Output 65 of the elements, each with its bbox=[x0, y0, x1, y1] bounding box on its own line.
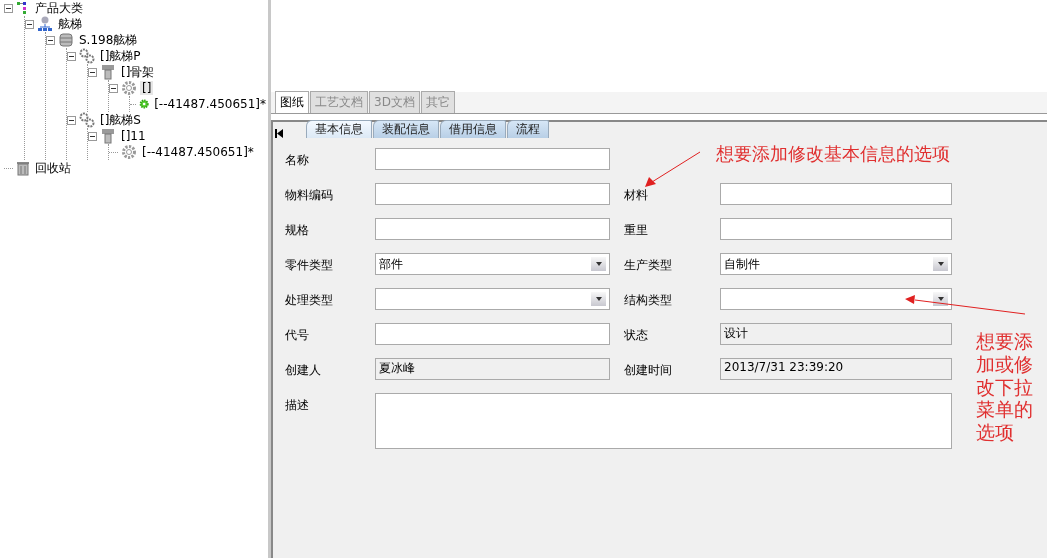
gears-icon bbox=[79, 48, 95, 64]
collapse-icon[interactable] bbox=[88, 67, 97, 77]
input-field[interactable] bbox=[375, 148, 610, 170]
input-field[interactable] bbox=[720, 183, 952, 205]
readonly-field: 2013/7/31 23:39:20 bbox=[720, 358, 952, 380]
tree-item[interactable]: 回收站 bbox=[33, 159, 73, 177]
input-field[interactable] bbox=[375, 183, 610, 205]
dropdown-arrow-icon bbox=[595, 262, 602, 266]
dropdown-arrow-icon bbox=[595, 297, 602, 301]
hierarchy-icon bbox=[37, 16, 53, 32]
readonly-field: 设计 bbox=[720, 323, 952, 345]
collapse-icon[interactable] bbox=[25, 19, 34, 29]
tab[interactable]: 图纸 bbox=[275, 91, 309, 113]
field-label: 描述 bbox=[285, 397, 310, 414]
input-field[interactable] bbox=[375, 323, 610, 345]
field-label: 状态 bbox=[624, 327, 649, 344]
tree-item[interactable]: []舷梯S bbox=[98, 111, 143, 129]
annotation-text: 想要添加或修改下拉菜单的选项 bbox=[976, 330, 1033, 444]
readonly-field: 夏冰峰 bbox=[375, 358, 610, 380]
field-label: 结构类型 bbox=[624, 292, 673, 309]
gears-icon bbox=[79, 112, 95, 128]
annotation-arrow bbox=[645, 151, 701, 187]
field-label: 名称 bbox=[285, 152, 310, 169]
field-label: 代号 bbox=[285, 327, 310, 344]
field-label: 创建时间 bbox=[624, 362, 673, 379]
database-icon bbox=[58, 32, 74, 48]
collapse-icon[interactable] bbox=[4, 3, 13, 13]
tab[interactable]: 借用信息 bbox=[440, 120, 506, 138]
annotation-text: 想要添加修改基本信息的选项 bbox=[716, 142, 950, 166]
dropdown-field[interactable] bbox=[375, 288, 610, 310]
tab[interactable]: 装配信息 bbox=[373, 120, 439, 138]
tree-item[interactable]: [--41487.450651]* bbox=[140, 145, 256, 159]
input-field[interactable] bbox=[720, 218, 952, 240]
tree-item[interactable]: []舷梯P bbox=[98, 47, 143, 65]
dropdown-arrow-icon bbox=[937, 262, 944, 266]
dropdown-arrow-icon bbox=[937, 297, 944, 301]
field-label: 处理类型 bbox=[285, 292, 334, 309]
tree-item[interactable]: []骨架 bbox=[119, 63, 157, 81]
field-label: 零件类型 bbox=[285, 257, 334, 274]
field-label: 创建人 bbox=[285, 362, 322, 379]
dropdown-field[interactable]: 部件 bbox=[375, 253, 610, 275]
input-field[interactable] bbox=[375, 218, 610, 240]
field-label: 重里 bbox=[624, 222, 649, 239]
trash-icon bbox=[16, 160, 30, 176]
collapse-icon[interactable] bbox=[46, 35, 55, 45]
gear-icon bbox=[121, 144, 137, 160]
collapse-icon[interactable] bbox=[67, 115, 76, 125]
field-label: 生产类型 bbox=[624, 257, 673, 274]
collapse-icon[interactable] bbox=[67, 51, 76, 61]
field-label: 物料编码 bbox=[285, 187, 334, 204]
first-page-icon[interactable] bbox=[275, 129, 283, 138]
collapse-icon[interactable] bbox=[109, 83, 118, 93]
tree-item[interactable]: 舷梯 bbox=[56, 15, 84, 33]
field-label: 材料 bbox=[624, 187, 649, 204]
tree-item[interactable]: 产品大类 bbox=[33, 0, 85, 17]
dropdown-field[interactable]: 自制件 bbox=[720, 253, 952, 275]
tree-item[interactable]: []11 bbox=[119, 129, 148, 143]
collapse-icon[interactable] bbox=[88, 131, 97, 141]
tab[interactable]: 基本信息 bbox=[306, 120, 372, 138]
tree-item[interactable]: [] bbox=[140, 81, 154, 95]
field-label: 规格 bbox=[285, 222, 310, 239]
tab[interactable]: 流程 bbox=[507, 120, 549, 138]
tree-item[interactable]: [--41487.450651]* bbox=[152, 97, 268, 111]
tree-item[interactable]: S.198舷梯 bbox=[77, 31, 140, 49]
dropdown-field[interactable] bbox=[720, 288, 952, 310]
